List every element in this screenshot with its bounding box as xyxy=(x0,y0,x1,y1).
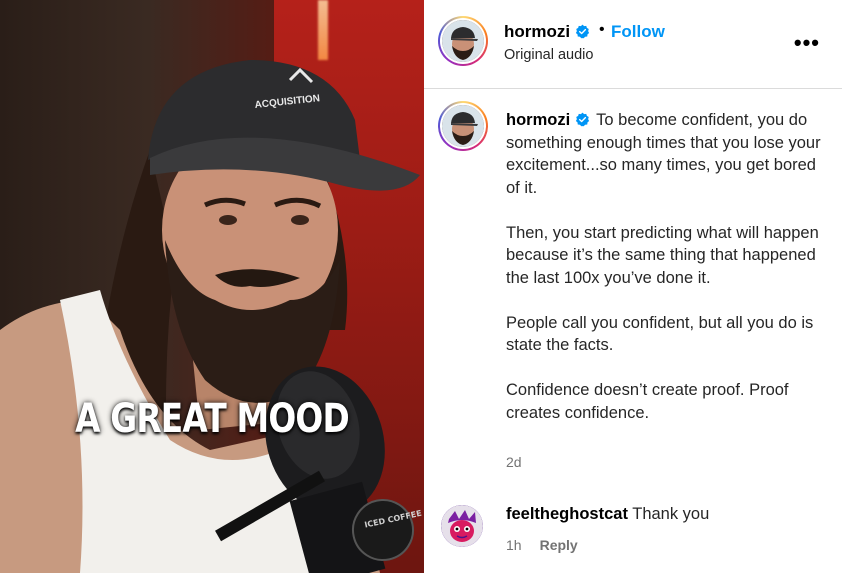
avatar-portrait-icon xyxy=(442,20,484,62)
verified-badge-icon xyxy=(576,112,590,127)
verified-badge-icon xyxy=(575,24,590,39)
comment-body: Thank you xyxy=(632,505,710,523)
comment-timestamp[interactable]: 1h xyxy=(506,537,522,553)
cartoon-avatar-icon xyxy=(441,505,483,547)
caption-paragraph: People call you confident, but all you d… xyxy=(506,313,814,355)
header-separator: • xyxy=(599,21,605,38)
more-options-icon[interactable]: ••• xyxy=(794,30,820,56)
author-username[interactable]: hormozi xyxy=(504,22,590,42)
caption-author-username[interactable]: hormozi xyxy=(506,111,570,129)
comment-meta: 1h Reply xyxy=(506,537,578,553)
author-username-text[interactable]: hormozi xyxy=(504,22,570,41)
caption-paragraph: Then, you start predicting what will hap… xyxy=(506,223,819,287)
reply-button[interactable]: Reply xyxy=(540,537,578,553)
commenter-username[interactable]: feeltheghostcat xyxy=(506,505,628,523)
post-header: hormozi • Follow Original audio ••• xyxy=(424,0,842,89)
caption-author-avatar[interactable] xyxy=(438,101,488,151)
follow-button[interactable]: Follow xyxy=(611,22,665,42)
post-side-panel: hormozi • Follow Original audio ••• horm… xyxy=(424,0,842,573)
video-caption-overlay: A GREAT MOOD xyxy=(75,396,350,442)
avatar-portrait-icon xyxy=(442,105,484,147)
post-timestamp[interactable]: 2d xyxy=(506,454,522,470)
caption-paragraph: hormozi To become confident, you do somet… xyxy=(506,109,826,199)
caption-body: hormozi To become confident, you do somet… xyxy=(506,109,826,447)
comment-text: feeltheghostcat Thank you xyxy=(506,505,709,524)
original-audio-link[interactable]: Original audio xyxy=(504,47,593,63)
caption-paragraph: Confidence doesn’t create proof. Proof c… xyxy=(506,381,789,422)
video-player[interactable]: ACQUISITION ICED COFFEE HOUR A GREAT MOO… xyxy=(0,0,424,573)
author-avatar[interactable] xyxy=(438,16,488,66)
commenter-avatar[interactable] xyxy=(441,505,483,547)
video-frame-illustration: ACQUISITION ICED COFFEE HOUR xyxy=(0,60,424,573)
